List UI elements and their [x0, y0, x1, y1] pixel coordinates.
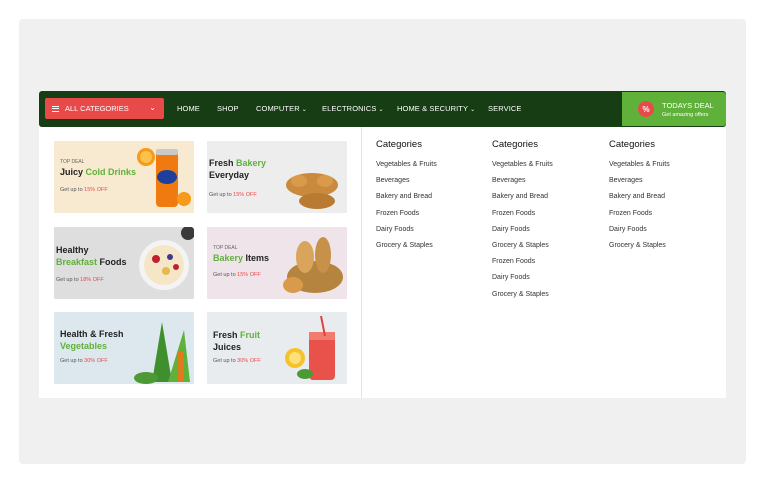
- banner-offer: Get up to 30% OFF: [60, 358, 108, 364]
- chevron-down-icon: ⌄: [378, 107, 384, 113]
- category-link[interactable]: Vegetables & Fruits: [609, 161, 670, 177]
- nav-computer[interactable]: COMPUTER ⌄: [256, 104, 307, 113]
- column-heading: Categories: [376, 139, 422, 150]
- banner-title: Bakery Items: [213, 253, 270, 263]
- category-link[interactable]: Beverages: [376, 177, 437, 193]
- category-column-2: Categories Vegetables & Fruits Beverages…: [492, 139, 553, 307]
- menu-icon: [52, 105, 59, 112]
- all-categories-button[interactable]: ALL CATEGORIES ⌄: [45, 98, 164, 119]
- nav-shop[interactable]: SHOP: [217, 104, 239, 113]
- banner-title: Healthy Breakfast Foods: [56, 245, 127, 267]
- category-link[interactable]: Grocery & Staples: [609, 242, 670, 258]
- category-link[interactable]: Dairy Foods: [492, 274, 553, 290]
- category-link[interactable]: Grocery & Staples: [376, 242, 437, 258]
- todays-deal-button[interactable]: % TODAYS DEAL Get amazing offers: [622, 92, 726, 126]
- banner-title: Juicy Cold Drinks: [60, 167, 137, 177]
- category-link[interactable]: Bakery and Bread: [376, 193, 437, 209]
- banner-offer: Get up to 15% OFF: [213, 272, 261, 278]
- category-link[interactable]: Dairy Foods: [376, 226, 437, 242]
- banner-offer: Get up to 15% OFF: [60, 187, 108, 193]
- banner-cold-drinks[interactable]: TOP DEAL Juicy Cold Drinks Get up to 15%…: [54, 141, 194, 213]
- category-link[interactable]: Beverages: [492, 177, 553, 193]
- column-heading: Categories: [492, 139, 538, 150]
- category-link[interactable]: Vegetables & Fruits: [492, 161, 553, 177]
- category-link[interactable]: Grocery & Staples: [492, 242, 553, 258]
- banner-title: Fresh Fruit Juices: [213, 330, 261, 352]
- banner-tag: TOP DEAL: [213, 245, 238, 251]
- chevron-down-icon: ⌄: [149, 103, 156, 112]
- chevron-down-icon: ⌄: [470, 107, 476, 113]
- category-link[interactable]: Beverages: [609, 177, 670, 193]
- bread-basket-illustration: [283, 237, 343, 293]
- category-link[interactable]: Bakery and Bread: [492, 193, 553, 209]
- banner-bakery-everyday[interactable]: Fresh Bakery Everyday Get up to 15% OFF: [207, 141, 347, 213]
- banner-tag: TOP DEAL: [60, 159, 85, 165]
- banner-breakfast-foods[interactable]: Healthy Breakfast Foods Get up to 18% OFF: [54, 227, 194, 299]
- category-column-3: Categories Vegetables & Fruits Beverages…: [609, 139, 670, 258]
- cereal-bowl-illustration: [139, 227, 194, 290]
- nav-home[interactable]: HOME: [177, 104, 200, 113]
- category-link[interactable]: Dairy Foods: [609, 226, 670, 242]
- nav-service[interactable]: SERVICE: [488, 104, 522, 113]
- category-column-1: Categories Vegetables & Fruits Beverages…: [376, 139, 437, 258]
- croissant-illustration: [286, 173, 338, 209]
- percent-badge-icon: %: [638, 101, 654, 117]
- banner-bakery-items[interactable]: TOP DEAL Bakery Items Get up to 15% OFF: [207, 227, 347, 299]
- banner-offer: Get up to 15% OFF: [209, 192, 257, 198]
- category-link[interactable]: Bakery and Bread: [609, 193, 670, 209]
- banner-fruit-juices[interactable]: Fresh Fruit Juices Get up to 30% OFF: [207, 312, 347, 384]
- divider: [361, 127, 362, 398]
- nav-home-security[interactable]: HOME & SECURITY ⌄: [397, 104, 475, 113]
- category-link[interactable]: Frozen Foods: [376, 210, 437, 226]
- category-link[interactable]: Frozen Foods: [492, 210, 553, 226]
- chevron-down-icon: ⌄: [301, 107, 307, 113]
- banner-offer: Get up to 18% OFF: [56, 277, 104, 283]
- category-link[interactable]: Frozen Foods: [492, 258, 553, 274]
- soda-can-illustration: [137, 148, 191, 207]
- banner-offer: Get up to 30% OFF: [213, 358, 261, 364]
- nav-electronics[interactable]: ELECTRONICS ⌄: [322, 104, 384, 113]
- category-link[interactable]: Grocery & Staples: [492, 291, 553, 307]
- juice-glass-illustration: [285, 315, 335, 380]
- banner-title: Fresh Bakery Everyday: [209, 158, 267, 180]
- deal-title: TODAYS DEAL: [662, 101, 714, 110]
- category-link[interactable]: Dairy Foods: [492, 226, 553, 242]
- column-heading: Categories: [609, 139, 655, 150]
- deal-subtitle: Get amazing offers: [662, 112, 709, 118]
- vegetables-illustration: [134, 322, 190, 384]
- category-link[interactable]: Frozen Foods: [609, 210, 670, 226]
- banner-title: Health & Fresh Vegetables: [60, 329, 124, 351]
- all-categories-label: ALL CATEGORIES: [65, 104, 129, 113]
- category-link[interactable]: Vegetables & Fruits: [376, 161, 437, 177]
- banner-vegetables[interactable]: Health & Fresh Vegetables Get up to 30% O…: [54, 312, 194, 384]
